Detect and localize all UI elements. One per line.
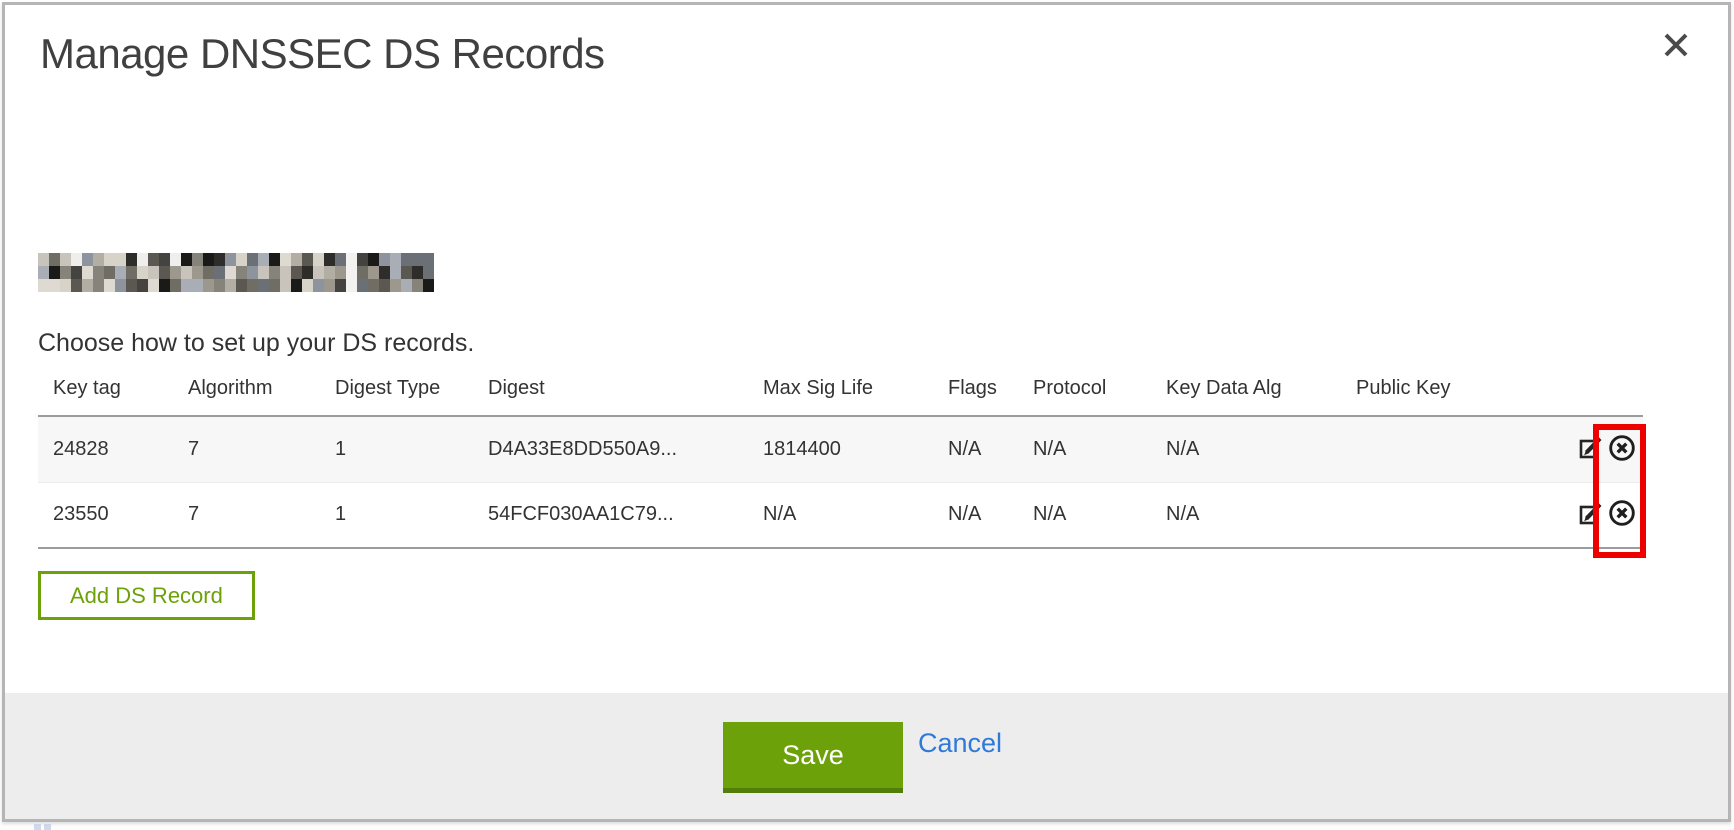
cell-algorithm: 7 xyxy=(173,482,320,548)
ds-records-table: Key tag Algorithm Digest Type Digest Max… xyxy=(38,362,1643,549)
table-header-row: Key tag Algorithm Digest Type Digest Max… xyxy=(38,362,1643,416)
cell-public-key xyxy=(1341,416,1541,482)
cell-protocol: N/A xyxy=(1018,416,1151,482)
edit-record-button[interactable] xyxy=(1577,500,1604,530)
col-header-digest: Digest xyxy=(473,362,748,416)
cell-max-sig-life: 1814400 xyxy=(748,416,933,482)
col-header-digest-type: Digest Type xyxy=(320,362,473,416)
cell-digest: 54FCF030AA1C79... xyxy=(473,482,748,548)
edit-pencil-icon xyxy=(1577,500,1604,530)
cell-key-tag: 24828 xyxy=(38,416,173,482)
edit-record-button[interactable] xyxy=(1577,434,1604,464)
add-ds-record-button[interactable]: Add DS Record xyxy=(38,571,255,620)
cancel-button[interactable]: Cancel xyxy=(918,693,1002,793)
cell-digest: D4A33E8DD550A9... xyxy=(473,416,748,482)
background-artifact xyxy=(44,824,51,830)
cell-key-tag: 23550 xyxy=(38,482,173,548)
cell-key-data-alg: N/A xyxy=(1151,416,1341,482)
cell-public-key xyxy=(1341,482,1541,548)
edit-pencil-icon xyxy=(1577,434,1604,464)
cell-digest-type: 1 xyxy=(320,416,473,482)
delete-circle-x-icon xyxy=(1607,498,1637,531)
table-row: 24828 7 1 D4A33E8DD550A9... 1814400 N/A … xyxy=(38,416,1643,482)
table-row: 23550 7 1 54FCF030AA1C79... N/A N/A N/A … xyxy=(38,482,1643,548)
delete-circle-x-icon xyxy=(1607,433,1637,466)
cell-max-sig-life: N/A xyxy=(748,482,933,548)
close-icon xyxy=(1660,29,1692,64)
col-header-flags: Flags xyxy=(933,362,1018,416)
col-header-protocol: Protocol xyxy=(1018,362,1151,416)
manage-dnssec-dialog: Manage DNSSEC DS Records Choose how to s… xyxy=(2,2,1731,822)
cell-protocol: N/A xyxy=(1018,482,1151,548)
cell-key-data-alg: N/A xyxy=(1151,482,1341,548)
close-button[interactable] xyxy=(1655,25,1697,67)
delete-record-button[interactable] xyxy=(1607,498,1637,531)
delete-record-button[interactable] xyxy=(1607,433,1637,466)
col-header-algorithm: Algorithm xyxy=(173,362,320,416)
col-header-key-tag: Key tag xyxy=(38,362,173,416)
redacted-domain-name xyxy=(38,253,434,292)
instruction-text: Choose how to set up your DS records. xyxy=(38,329,474,358)
dialog-title: Manage DNSSEC DS Records xyxy=(40,30,605,78)
col-header-public-key: Public Key xyxy=(1341,362,1541,416)
cell-digest-type: 1 xyxy=(320,482,473,548)
background-artifact xyxy=(34,824,41,830)
save-button[interactable]: Save xyxy=(723,722,903,793)
cell-algorithm: 7 xyxy=(173,416,320,482)
col-header-max-sig-life: Max Sig Life xyxy=(748,362,933,416)
cell-flags: N/A xyxy=(933,482,1018,548)
col-header-key-data-alg: Key Data Alg xyxy=(1151,362,1341,416)
dialog-footer: Save Cancel xyxy=(5,693,1728,819)
cell-flags: N/A xyxy=(933,416,1018,482)
